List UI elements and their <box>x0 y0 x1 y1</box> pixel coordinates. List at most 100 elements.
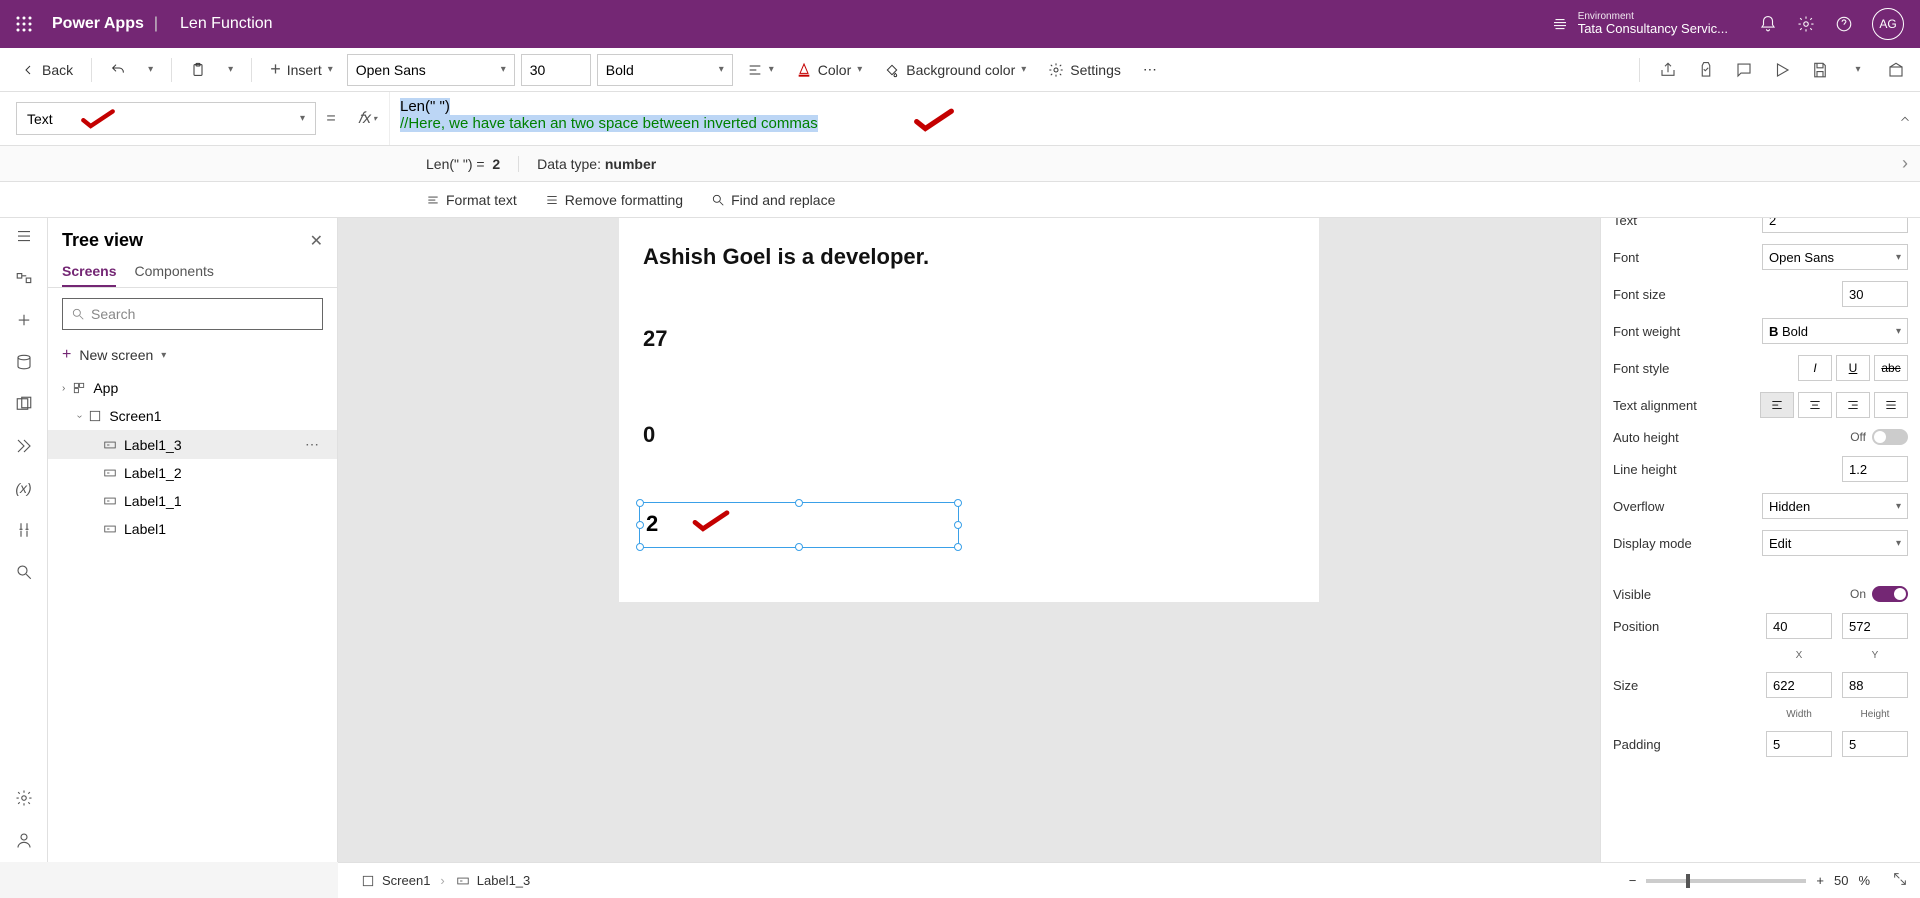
preview-icon[interactable] <box>1770 58 1794 82</box>
resize-handle[interactable] <box>795 499 803 507</box>
prop-y-input[interactable] <box>1842 613 1908 639</box>
prop-fontweight-select[interactable]: B Bold▾ <box>1762 318 1908 344</box>
zoom-slider[interactable] <box>1646 879 1806 883</box>
tab-screens[interactable]: Screens <box>62 257 116 287</box>
label-0[interactable]: 0 <box>643 422 655 448</box>
user-avatar[interactable]: AG <box>1872 8 1904 40</box>
resize-handle[interactable] <box>795 543 803 551</box>
autoheight-toggle[interactable] <box>1872 429 1908 445</box>
tree-item-label1[interactable]: Label1 <box>48 515 337 543</box>
align-center-button[interactable] <box>1798 392 1832 418</box>
zoom-in-button[interactable]: + <box>1816 873 1824 888</box>
align-justify-button[interactable] <box>1874 392 1908 418</box>
canvas-area[interactable]: Ashish Goel is a developer. 27 0 2 <box>338 218 1600 862</box>
tree-item-app[interactable]: › App <box>48 374 337 402</box>
font-size-input[interactable] <box>521 54 591 86</box>
label-text-main[interactable]: Ashish Goel is a developer. <box>643 244 929 270</box>
back-button[interactable]: Back <box>12 58 81 82</box>
format-text-button[interactable]: Format text <box>426 192 517 208</box>
expand-formula-icon[interactable] <box>1890 92 1920 145</box>
prop-pad-a-input[interactable] <box>1766 731 1832 757</box>
prop-x-input[interactable] <box>1766 613 1832 639</box>
prop-lineheight-input[interactable] <box>1842 456 1908 482</box>
undo-dropdown[interactable]: ▾ <box>140 60 161 79</box>
search-rail-icon[interactable] <box>12 560 36 584</box>
tree-item-label1-1[interactable]: Label1_1 <box>48 487 337 515</box>
formula-input[interactable]: Len(" ") //Here, we have taken an two sp… <box>390 92 1890 145</box>
resize-handle[interactable] <box>954 521 962 529</box>
canvas-screen[interactable]: Ashish Goel is a developer. 27 0 2 <box>619 218 1319 602</box>
prop-pad-b-input[interactable] <box>1842 731 1908 757</box>
resize-handle[interactable] <box>636 521 644 529</box>
font-family-select[interactable]: Open Sans▾ <box>347 54 515 86</box>
tree-item-screen1[interactable]: › Screen1 <box>48 402 337 430</box>
tools-icon[interactable] <box>12 518 36 542</box>
resize-handle[interactable] <box>954 499 962 507</box>
prop-font-select[interactable]: Open Sans▾ <box>1762 244 1908 270</box>
align-right-button[interactable] <box>1836 392 1870 418</box>
remove-formatting-button[interactable]: Remove formatting <box>545 192 683 208</box>
strikethrough-button[interactable]: abc <box>1874 355 1908 381</box>
settings-gear-icon[interactable] <box>1796 14 1816 34</box>
find-replace-button[interactable]: Find and replace <box>711 192 835 208</box>
virtual-agent-icon[interactable] <box>12 828 36 852</box>
prop-height-input[interactable] <box>1842 672 1908 698</box>
notifications-icon[interactable] <box>1758 14 1778 34</box>
new-screen-button[interactable]: + New screen ▾ <box>48 340 337 374</box>
tab-components[interactable]: Components <box>134 257 213 287</box>
result-next-icon[interactable]: › <box>1902 153 1920 174</box>
environment-block[interactable]: Environment Tata Consultancy Servic... <box>1550 11 1738 36</box>
variables-icon[interactable]: (x) <box>12 476 36 500</box>
crumb-screen1[interactable]: Screen1 <box>350 873 440 889</box>
prop-width-input[interactable] <box>1766 672 1832 698</box>
prop-displaymode-select[interactable]: Edit▾ <box>1762 530 1908 556</box>
selected-label-box[interactable]: 2 <box>639 502 959 548</box>
resize-handle[interactable] <box>636 499 644 507</box>
settings-button[interactable]: Settings <box>1040 58 1129 82</box>
close-icon[interactable]: ✕ <box>310 231 323 251</box>
resize-handle[interactable] <box>954 543 962 551</box>
publish-icon[interactable] <box>1884 58 1908 82</box>
font-weight-select[interactable]: Bold▾ <box>597 54 733 86</box>
prop-overflow-select[interactable]: Hidden▾ <box>1762 493 1908 519</box>
save-icon[interactable] <box>1808 58 1832 82</box>
zoom-out-button[interactable]: − <box>1629 873 1637 888</box>
share-icon[interactable] <box>1656 58 1680 82</box>
app-name[interactable]: Power Apps <box>52 15 144 33</box>
checker-icon[interactable] <box>1694 58 1718 82</box>
prop-fontsize-input[interactable] <box>1842 281 1908 307</box>
undo-button[interactable] <box>102 58 134 82</box>
property-select[interactable]: Text ▾ <box>16 102 316 135</box>
media-icon[interactable] <box>12 392 36 416</box>
comments-icon[interactable] <box>1732 58 1756 82</box>
italic-button[interactable]: I <box>1798 355 1832 381</box>
visible-toggle[interactable] <box>1872 586 1908 602</box>
tree-item-label1-3[interactable]: Label1_3 ⋯ <box>48 430 337 459</box>
label-27[interactable]: 27 <box>643 326 667 352</box>
color-button[interactable]: Color▾ <box>788 58 871 82</box>
help-icon[interactable] <box>1834 14 1854 34</box>
paste-button[interactable] <box>182 58 214 82</box>
search-input[interactable]: Search <box>62 298 323 330</box>
align-left-button[interactable] <box>1760 392 1794 418</box>
tree-view-icon[interactable] <box>12 266 36 290</box>
insert-button[interactable]: + Insert ▾ <box>262 55 341 84</box>
insert-icon[interactable] <box>12 308 36 332</box>
paste-dropdown[interactable]: ▾ <box>220 60 241 79</box>
data-icon[interactable] <box>12 350 36 374</box>
fx-button[interactable]: 𝑓x▾ <box>346 92 390 145</box>
crumb-label1-3[interactable]: Label1_3 <box>445 873 541 889</box>
resize-handle[interactable] <box>636 543 644 551</box>
align-button[interactable]: ▾ <box>739 58 782 82</box>
hamburger-icon[interactable] <box>12 224 36 248</box>
prop-text-input[interactable]: 2 <box>1762 218 1908 233</box>
more-icon[interactable]: ⋯ <box>305 436 327 453</box>
app-launcher-icon[interactable] <box>8 8 40 40</box>
underline-button[interactable]: U <box>1836 355 1870 381</box>
save-dropdown[interactable]: ▾ <box>1846 58 1870 82</box>
fit-screen-icon[interactable] <box>1892 871 1908 890</box>
more-button[interactable]: ⋯ <box>1135 57 1167 82</box>
power-automate-icon[interactable] <box>12 434 36 458</box>
settings-rail-icon[interactable] <box>12 786 36 810</box>
tree-item-label1-2[interactable]: Label1_2 <box>48 459 337 487</box>
